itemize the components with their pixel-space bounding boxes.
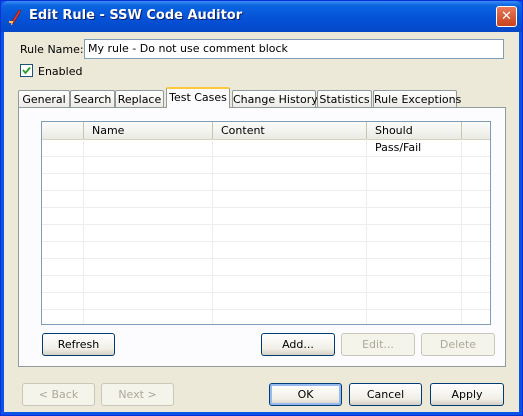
cancel-button-label: Cancel [366,388,405,401]
window-title: Edit Rule - SSW Code Auditor [29,8,243,23]
tab-rule-exceptions[interactable]: Rule Exceptions [373,90,461,107]
rule-name-input[interactable]: My rule - Do not use comment block [84,39,504,59]
dialog-window: Edit Rule - SSW Code Auditor ✕ Rule Name… [0,0,523,416]
delete-button[interactable]: Delete [421,333,495,356]
table-row[interactable] [42,241,490,259]
back-button[interactable]: < Back [22,383,95,406]
tab-test-cases[interactable]: Test Cases [166,87,230,108]
dialog-client-area: Rule Name: My rule - Do not use comment … [4,32,519,412]
next-button-label: Next > [118,388,157,401]
grid-header: Name Content Should Pass/Fail [42,122,490,154]
close-button[interactable]: ✕ [496,6,517,27]
refresh-button-label: Refresh [57,338,100,351]
table-row[interactable] [42,275,490,293]
edit-button[interactable]: Edit... [341,333,415,356]
grid-column-divider [212,139,213,324]
add-button-label: Add... [282,338,314,351]
column-header-content[interactable]: Content [213,122,367,139]
table-row[interactable] [42,309,490,324]
tab-change-history[interactable]: Change History [232,90,318,107]
test-cases-grid[interactable]: Name Content Should Pass/Fail [41,121,491,325]
delete-button-label: Delete [439,338,477,351]
table-row[interactable] [42,207,490,225]
grid-column-divider [461,139,462,324]
table-row[interactable] [42,139,490,157]
apply-button-label: Apply [451,388,483,401]
add-button[interactable]: Add... [261,333,335,356]
table-row[interactable] [42,190,490,208]
next-button[interactable]: Next > [101,383,174,406]
checkmark-icon [22,66,31,75]
table-row[interactable] [42,224,490,242]
tab-statistics[interactable]: Statistics [317,90,372,107]
back-button-label: < Back [38,388,79,401]
tab-general[interactable]: General [18,90,70,107]
enabled-label: Enabled [38,65,83,78]
table-row[interactable] [42,173,490,191]
pencil-rule-icon [9,9,22,25]
edit-button-label: Edit... [362,338,394,351]
apply-button[interactable]: Apply [430,383,504,406]
enabled-checkbox[interactable] [20,64,33,77]
title-bar[interactable]: Edit Rule - SSW Code Auditor ✕ [1,1,522,32]
table-row[interactable] [42,258,490,276]
grid-column-divider [366,139,367,324]
tab-search[interactable]: Search [70,90,115,107]
column-header-should-pass-fail[interactable]: Should Pass/Fail [367,122,462,154]
rule-name-label: Rule Name: [20,43,84,56]
row-header-column[interactable] [42,122,84,139]
table-row[interactable] [42,156,490,174]
refresh-button[interactable]: Refresh [42,333,115,356]
close-icon: ✕ [501,9,512,24]
ok-button[interactable]: OK [269,383,342,406]
column-header-name[interactable]: Name [84,122,213,139]
grid-column-divider [83,139,84,324]
cancel-button[interactable]: Cancel [349,383,422,406]
ok-button-label: OK [297,388,314,401]
tab-replace[interactable]: Replace [115,90,164,107]
table-row[interactable] [42,292,490,310]
